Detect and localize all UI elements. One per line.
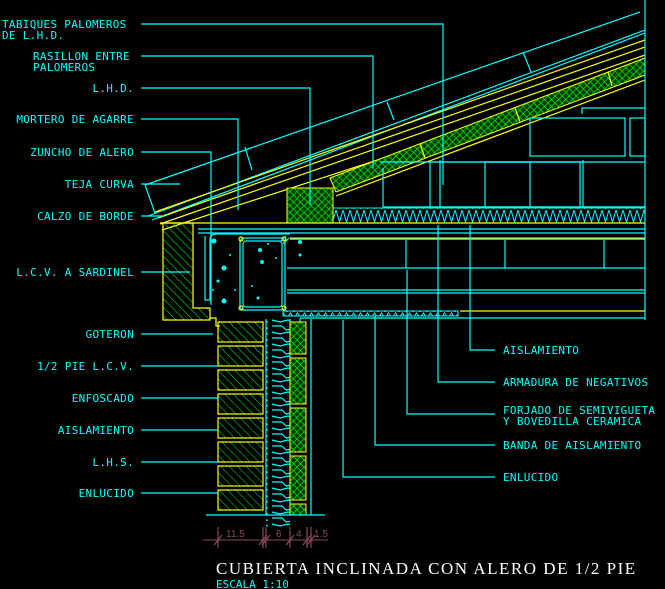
label-text: GOTERON <box>86 328 134 341</box>
right-label: FORJADO DE SEMIVIGUETAY BOVEDILLA CERAMI… <box>503 404 655 428</box>
drawing-title: CUBIERTA INCLINADA CON ALERO DE 1/2 PIE <box>216 559 637 578</box>
brick <box>217 345 264 367</box>
leader-lines <box>141 23 495 494</box>
roof-tiles <box>144 11 646 231</box>
left-label: L.C.V. A SARDINEL <box>16 266 134 279</box>
label-text: DE L.H.D. <box>2 29 64 42</box>
brick <box>217 489 264 511</box>
label-text: Y BOVEDILLA CERAMICA <box>503 415 642 428</box>
label-text: ARMADURA DE NEGATIVOS <box>503 376 648 389</box>
leader-line <box>469 225 495 351</box>
dim-brick: 11.5 <box>226 529 245 540</box>
brick <box>217 369 264 391</box>
left-label: L.H.S. <box>92 456 134 469</box>
label-text: ENLUCIDO <box>79 487 134 500</box>
label-text: 1/2 PIE L.C.V. <box>37 360 134 373</box>
brick <box>217 441 264 463</box>
brick <box>217 417 264 439</box>
left-label: TEJA CURVA <box>65 178 134 191</box>
label-text: ENLUCIDO <box>503 471 558 484</box>
left-label: AISLAMIENTO <box>58 424 134 437</box>
lhs-bricks <box>289 321 307 516</box>
label-text: MORTERO DE AGARRE <box>16 113 134 126</box>
left-label: L.H.D. <box>92 82 134 95</box>
slab-insulation <box>332 207 646 224</box>
label-text: ZUNCHO DE ALERO <box>30 146 134 159</box>
brick <box>217 465 264 487</box>
right-label: AISLAMIENTO <box>503 344 579 357</box>
right-label: ARMADURA DE NEGATIVOS <box>503 376 648 389</box>
right-label: BANDA DE AISLAMIENTO <box>503 439 641 452</box>
dim-lhs: 4 <box>296 529 302 540</box>
leader-line <box>406 270 495 415</box>
lhs-block <box>289 357 307 405</box>
brick <box>217 393 264 415</box>
leader-line <box>141 55 374 168</box>
lhs-block <box>289 503 307 516</box>
wall-bricks <box>217 321 264 511</box>
lhs-block <box>289 455 307 501</box>
label-text: PALOMEROS <box>33 61 95 74</box>
label-text: L.H.S. <box>92 456 134 469</box>
label-text: AISLAMIENTO <box>503 344 579 357</box>
left-label: ENLUCIDO <box>79 487 134 500</box>
left-label: TABIQUES PALOMEROSDE L.H.D. <box>2 18 126 42</box>
left-label: ZUNCHO DE ALERO <box>30 146 134 159</box>
brick <box>217 321 264 343</box>
lhs-block <box>289 407 307 453</box>
cad-drawing: TABIQUES PALOMEROS DE L.H.D. RASILLON ENTR… <box>0 0 665 589</box>
leader-line <box>437 225 495 383</box>
leader-line <box>342 320 495 478</box>
slab <box>160 222 645 330</box>
label-text: ENFOSCADO <box>72 392 134 405</box>
dim-insulation: 6 <box>276 529 282 540</box>
left-label: GOTERON <box>86 328 134 341</box>
leader-line <box>374 316 495 446</box>
dimension-line: 11.5 6 4 1.5 <box>203 527 328 548</box>
leader-line <box>141 118 239 210</box>
left-label: CALZO DE BORDE <box>37 210 134 223</box>
label-text: AISLAMIENTO <box>58 424 134 437</box>
left-label: RASILLON ENTREPALOMEROS <box>33 50 130 74</box>
label-text: BANDA DE AISLAMIENTO <box>503 439 641 452</box>
left-label: 1/2 PIE L.C.V. <box>37 360 134 373</box>
left-label: ENFOSCADO <box>72 392 134 405</box>
label-text: L.C.V. A SARDINEL <box>16 266 134 279</box>
wall-insulation <box>266 319 290 529</box>
dim-plaster: 1.5 <box>314 529 328 540</box>
right-label: ENLUCIDO <box>503 471 558 484</box>
section-drawing: TABIQUES PALOMEROSDE L.H.D. RASILLON ENTR… <box>2 0 655 589</box>
label-text: CALZO DE BORDE <box>37 210 134 223</box>
drawing-scale: ESCALA 1:10 <box>216 578 289 589</box>
label-text: L.H.D. <box>92 82 134 95</box>
label-text: TEJA CURVA <box>65 178 134 191</box>
left-label: MORTERO DE AGARRE <box>16 113 134 126</box>
lhs-block <box>289 321 307 355</box>
